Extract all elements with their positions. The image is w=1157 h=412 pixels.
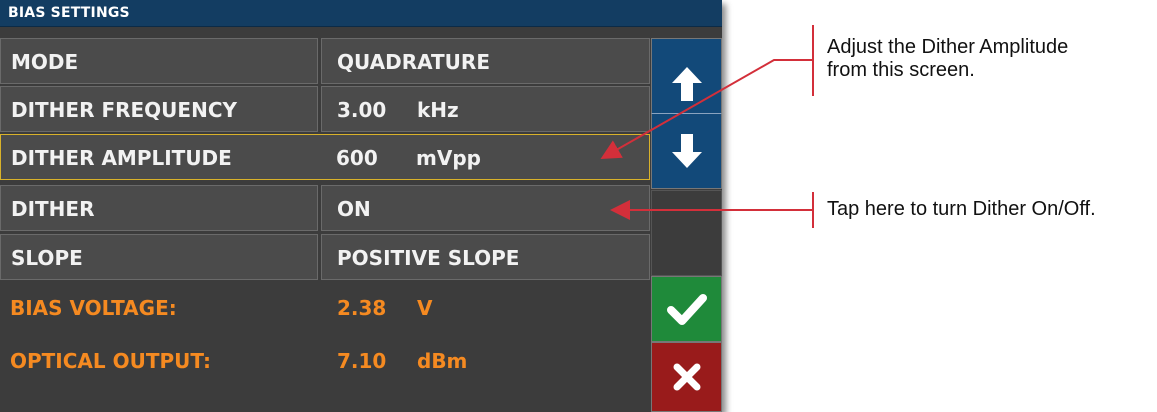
- annotation-amplitude-line2: from this screen.: [827, 59, 975, 81]
- annotation-amplitude: Adjust the Dither Amplitude from this sc…: [827, 36, 1068, 82]
- setting-label: DITHER AMPLITUDE: [11, 146, 232, 170]
- setting-unit: mVpp: [416, 146, 481, 170]
- readout-optical-output: OPTICAL OUTPUT: 7.10 dBm: [0, 349, 650, 389]
- readout-bias-voltage: BIAS VOLTAGE: 2.38 V: [0, 296, 650, 336]
- readout-value: 7.10: [337, 349, 387, 373]
- readout-unit: dBm: [417, 349, 468, 373]
- readout-label: BIAS VOLTAGE:: [10, 296, 177, 320]
- arrow-up-icon: [671, 67, 702, 101]
- setting-row-dither-amplitude[interactable]: DITHER AMPLITUDE 600 mVpp: [0, 134, 650, 182]
- setting-label: MODE: [11, 50, 79, 74]
- setting-label: SLOPE: [11, 246, 83, 270]
- readout-unit: V: [417, 296, 433, 320]
- screen-title: BIAS SETTINGS: [8, 5, 130, 21]
- confirm-button[interactable]: [651, 276, 722, 342]
- setting-label-cell: SLOPE: [0, 234, 318, 280]
- close-icon: [673, 363, 700, 391]
- checkmark-icon: [666, 294, 707, 325]
- readout-value: 2.38: [337, 296, 387, 320]
- setting-value-cell[interactable]: ON: [321, 185, 650, 231]
- setting-label: DITHER: [11, 197, 95, 221]
- cancel-button[interactable]: [651, 342, 722, 412]
- setting-value-cell[interactable]: 3.00 kHz: [321, 86, 650, 132]
- setting-row-slope[interactable]: SLOPE POSITIVE SLOPE: [0, 234, 650, 282]
- setting-value: QUADRATURE: [337, 50, 490, 74]
- empty-side-panel: [651, 190, 722, 276]
- setting-value-cell[interactable]: 600 mVpp: [318, 134, 650, 180]
- setting-unit: kHz: [417, 98, 459, 122]
- setting-value: 600: [336, 146, 378, 170]
- setting-value-cell[interactable]: QUADRATURE: [321, 38, 650, 84]
- setting-value: 3.00: [337, 98, 387, 122]
- arrow-down-icon: [671, 134, 702, 168]
- setting-value: ON: [337, 197, 371, 221]
- scroll-down-button[interactable]: [651, 113, 722, 189]
- setting-row-dither-frequency[interactable]: DITHER FREQUENCY 3.00 kHz: [0, 86, 650, 134]
- bias-settings-screen: BIAS SETTINGS MODE QUADRATURE DITHER FRE…: [0, 0, 722, 412]
- setting-label-cell: MODE: [0, 38, 318, 84]
- setting-label-cell: DITHER FREQUENCY: [0, 86, 318, 132]
- setting-row-mode[interactable]: MODE QUADRATURE: [0, 38, 650, 86]
- setting-label: DITHER FREQUENCY: [11, 98, 237, 122]
- setting-label-cell: DITHER AMPLITUDE: [0, 134, 318, 180]
- setting-row-dither[interactable]: DITHER ON: [0, 185, 650, 233]
- annotation-amplitude-line1: Adjust the Dither Amplitude: [827, 36, 1069, 58]
- annotation-dither: Tap here to turn Dither On/Off.: [827, 198, 1096, 220]
- title-bar: BIAS SETTINGS: [0, 0, 722, 27]
- readout-label: OPTICAL OUTPUT:: [10, 349, 211, 373]
- setting-value-cell[interactable]: POSITIVE SLOPE: [321, 234, 650, 280]
- setting-label-cell: DITHER: [0, 185, 318, 231]
- setting-value: POSITIVE SLOPE: [337, 246, 520, 270]
